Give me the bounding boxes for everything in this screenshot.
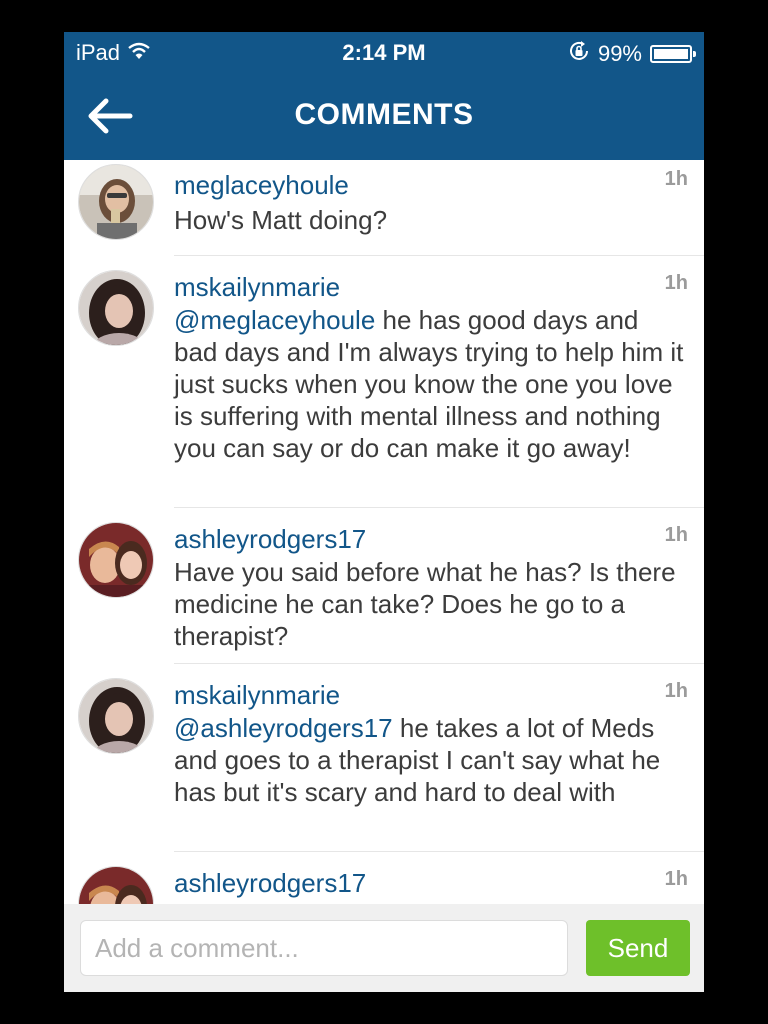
comment-mention[interactable]: @meglaceyhoule: [174, 305, 375, 335]
avatar[interactable]: [78, 164, 154, 240]
send-button[interactable]: Send: [586, 920, 690, 976]
comment-item: mskailynmarie 1h @ashleyrodgers17 he tak…: [64, 664, 704, 852]
comment-item: ashleyrodgers17 1h: [64, 852, 704, 904]
comment-text: How's Matt doing?: [174, 205, 388, 235]
comment-time: 1h: [664, 168, 688, 190]
comment-text: @meglaceyhoule he has good days and bad …: [174, 305, 684, 463]
comment-item: ashleyrodgers17 1h Have you said before …: [64, 508, 704, 664]
comment-input[interactable]: [80, 920, 568, 976]
comment-username[interactable]: ashleyrodgers17: [174, 524, 366, 555]
comment-username[interactable]: mskailynmarie: [174, 272, 340, 303]
rotation-lock-icon: [568, 40, 590, 68]
avatar[interactable]: [78, 270, 154, 346]
comment-item: mskailynmarie 1h @meglaceyhoule he has g…: [64, 256, 704, 508]
comment-username[interactable]: meglaceyhoule: [174, 170, 349, 201]
comment-item: meglaceyhoule 1h How's Matt doing?: [64, 160, 704, 256]
status-bar: iPad 2:14 PM 99%: [64, 32, 704, 72]
avatar[interactable]: [78, 678, 154, 754]
phone-screen: iPad 2:14 PM 99% COMMENTS meglaceyhoule …: [64, 32, 704, 992]
avatar[interactable]: [78, 866, 154, 904]
comment-username[interactable]: ashleyrodgers17: [174, 868, 366, 899]
comment-username[interactable]: mskailynmarie: [174, 680, 340, 711]
battery-icon: [650, 45, 696, 63]
battery-percent: 99%: [597, 41, 642, 66]
nav-bar: COMMENTS: [64, 72, 704, 160]
comment-time: 1h: [664, 680, 688, 702]
comment-text: @ashleyrodgers17 he takes a lot of Meds …: [174, 713, 661, 807]
comment-text: Have you said before what he has? Is the…: [174, 557, 676, 651]
page-title: COMMENTS: [294, 98, 474, 131]
comment-composer: Send: [64, 904, 704, 992]
comment-mention[interactable]: @ashleyrodgers17: [174, 713, 393, 743]
comment-time: 1h: [664, 868, 688, 890]
comment-time: 1h: [664, 524, 688, 546]
comment-list[interactable]: meglaceyhoule 1h How's Matt doing? mskai…: [64, 160, 704, 904]
comment-time: 1h: [664, 272, 688, 294]
avatar[interactable]: [78, 522, 154, 598]
